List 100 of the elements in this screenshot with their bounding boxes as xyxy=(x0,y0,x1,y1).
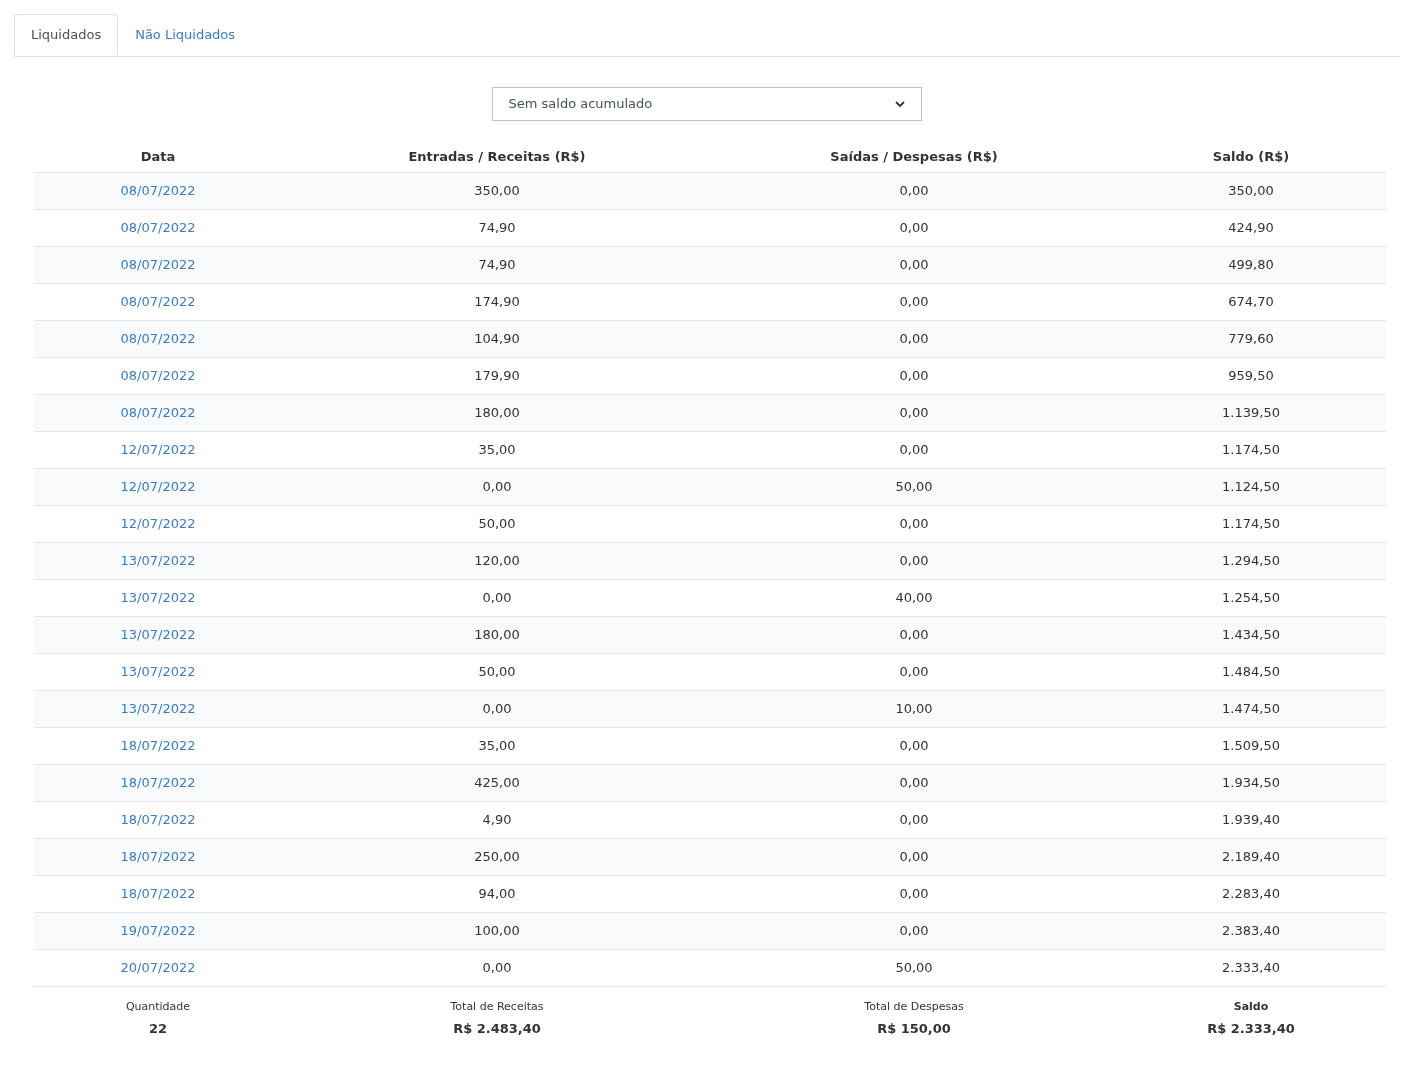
table-cell-text: 0,00 xyxy=(899,663,929,682)
table-cell-text: 50,00 xyxy=(895,478,933,497)
date-link[interactable]: 18/07/2022 xyxy=(120,847,196,867)
table-cell-text: 50,00 xyxy=(478,663,516,682)
date-link[interactable]: 18/07/2022 xyxy=(120,773,196,793)
table-cell-text: 120,00 xyxy=(474,552,520,571)
date-link[interactable]: 08/07/2022 xyxy=(120,329,196,349)
summary-label: Quantidade xyxy=(125,999,191,1015)
table-cell-text: 0,00 xyxy=(899,367,929,386)
table-cell-text: 0,00 xyxy=(482,959,512,978)
table-cell-text: 1.294,50 xyxy=(1222,552,1280,571)
table-cell-text: 1.174,50 xyxy=(1222,515,1280,534)
column-header: Saldo (R$) xyxy=(1211,147,1291,166)
select-field[interactable]: Sem saldo acumulado xyxy=(491,87,922,121)
table-cell-text: 0,00 xyxy=(482,700,512,719)
date-link[interactable]: 08/07/2022 xyxy=(120,255,196,275)
table-cell-text: 2.383,40 xyxy=(1222,922,1280,941)
date-link[interactable]: 08/07/2022 xyxy=(120,366,196,386)
table-cell-text: 180,00 xyxy=(474,626,520,645)
table-cell-text: 1.139,50 xyxy=(1222,404,1280,423)
date-link[interactable]: 13/07/2022 xyxy=(120,662,196,682)
date-link[interactable]: 08/07/2022 xyxy=(120,218,196,238)
date-link[interactable]: 08/07/2022 xyxy=(120,292,196,312)
column-header: Data xyxy=(139,147,177,166)
summary-label: Total de Despesas xyxy=(864,999,964,1015)
date-link[interactable]: 13/07/2022 xyxy=(120,551,196,571)
summary-value: R$ 2.483,40 xyxy=(453,1019,541,1038)
table-cell-text: 2.283,40 xyxy=(1222,885,1280,904)
summary-label: Total de Receitas xyxy=(450,999,544,1015)
table-cell-text: 1.474,50 xyxy=(1222,700,1280,719)
date-link[interactable]: 18/07/2022 xyxy=(120,884,196,904)
table-cell-text: 2.333,40 xyxy=(1222,959,1280,978)
table-cell-text: 779,60 xyxy=(1228,330,1274,349)
table-cell-text: 0,00 xyxy=(482,478,512,497)
date-link[interactable]: 12/07/2022 xyxy=(120,477,196,497)
tab[interactable]: Não Liquidados xyxy=(118,14,253,56)
column-header: Entradas / Receitas (R$) xyxy=(407,147,587,166)
table-cell-text: 0,00 xyxy=(899,552,929,571)
date-link[interactable]: 13/07/2022 xyxy=(120,625,196,645)
table-cell-text: 0,00 xyxy=(899,182,929,201)
table-cell-text: 250,00 xyxy=(474,848,520,867)
table-cell-text: 1.434,50 xyxy=(1222,626,1280,645)
date-link[interactable]: 12/07/2022 xyxy=(120,440,196,460)
table-cell-text: 40,00 xyxy=(895,589,933,608)
table-cell-text: 74,90 xyxy=(478,219,516,238)
date-link[interactable]: 20/07/2022 xyxy=(120,958,196,978)
table-cell-text: 4,90 xyxy=(482,811,512,830)
date-link[interactable]: 13/07/2022 xyxy=(120,699,196,719)
table-cell-text: 174,90 xyxy=(474,293,520,312)
date-link[interactable]: 18/07/2022 xyxy=(120,810,196,830)
table-cell-text: 959,50 xyxy=(1228,367,1274,386)
table-cell-text: 0,00 xyxy=(899,256,929,275)
table-cell-text: 425,00 xyxy=(474,774,520,793)
table-cell-text: 0,00 xyxy=(899,404,929,423)
table-cell-text: 1.484,50 xyxy=(1222,663,1280,682)
date-link[interactable]: 08/07/2022 xyxy=(120,181,196,201)
table-cell-text: 104,90 xyxy=(474,330,520,349)
date-link[interactable]: 19/07/2022 xyxy=(120,921,196,941)
summary-value: 22 xyxy=(148,1019,168,1038)
column-header: Saídas / Despesas (R$) xyxy=(829,147,999,166)
summary-label: Saldo xyxy=(1233,999,1269,1015)
table-cell-text: 50,00 xyxy=(895,959,933,978)
summary-value: R$ 2.333,40 xyxy=(1207,1019,1295,1038)
table-cell-text: 1.174,50 xyxy=(1222,441,1280,460)
table-cell-text: 0,00 xyxy=(899,922,929,941)
table-cell-text: 0,00 xyxy=(899,626,929,645)
table-cell-text: 74,90 xyxy=(478,256,516,275)
table-cell-text: 350,00 xyxy=(1228,182,1274,201)
date-link[interactable]: 18/07/2022 xyxy=(120,736,196,756)
table-cell-text: 35,00 xyxy=(478,737,516,756)
table-cell-text: 0,00 xyxy=(899,515,929,534)
table-cell-text: 674,70 xyxy=(1228,293,1274,312)
table-cell-text: 1.124,50 xyxy=(1222,478,1280,497)
table-cell-text: 0,00 xyxy=(899,293,929,312)
summary-value: R$ 150,00 xyxy=(877,1019,951,1038)
table-cell-text: 0,00 xyxy=(899,848,929,867)
date-link[interactable]: 12/07/2022 xyxy=(120,514,196,534)
table-cell-text: 10,00 xyxy=(895,700,933,719)
table-cell-text: 350,00 xyxy=(474,182,520,201)
table-cell-text: 0,00 xyxy=(899,219,929,238)
table-cell-text: 0,00 xyxy=(899,330,929,349)
table-cell-text: 0,00 xyxy=(899,441,929,460)
table-cell-text: 424,90 xyxy=(1228,219,1274,238)
table-cell-text: 100,00 xyxy=(474,922,520,941)
table-cell-text: 0,00 xyxy=(482,589,512,608)
table-cell-text: 1.254,50 xyxy=(1222,589,1280,608)
table-cell-text: 2.189,40 xyxy=(1222,848,1280,867)
date-link[interactable]: 08/07/2022 xyxy=(120,403,196,423)
tab[interactable]: Liquidados xyxy=(14,14,119,56)
table-cell-text: 1.934,50 xyxy=(1222,774,1280,793)
table-cell-text: 0,00 xyxy=(899,885,929,904)
table-cell-text: 1.939,40 xyxy=(1222,811,1280,830)
chevron-down-icon xyxy=(894,100,905,108)
date-link[interactable]: 13/07/2022 xyxy=(120,588,196,608)
table-cell-text: 499,80 xyxy=(1228,256,1274,275)
table-cell-text: 50,00 xyxy=(478,515,516,534)
table-cell-text: 35,00 xyxy=(478,441,516,460)
table-cell-text: 1.509,50 xyxy=(1222,737,1280,756)
table-cell-text: 0,00 xyxy=(899,774,929,793)
table-cell-text: 179,90 xyxy=(474,367,520,386)
